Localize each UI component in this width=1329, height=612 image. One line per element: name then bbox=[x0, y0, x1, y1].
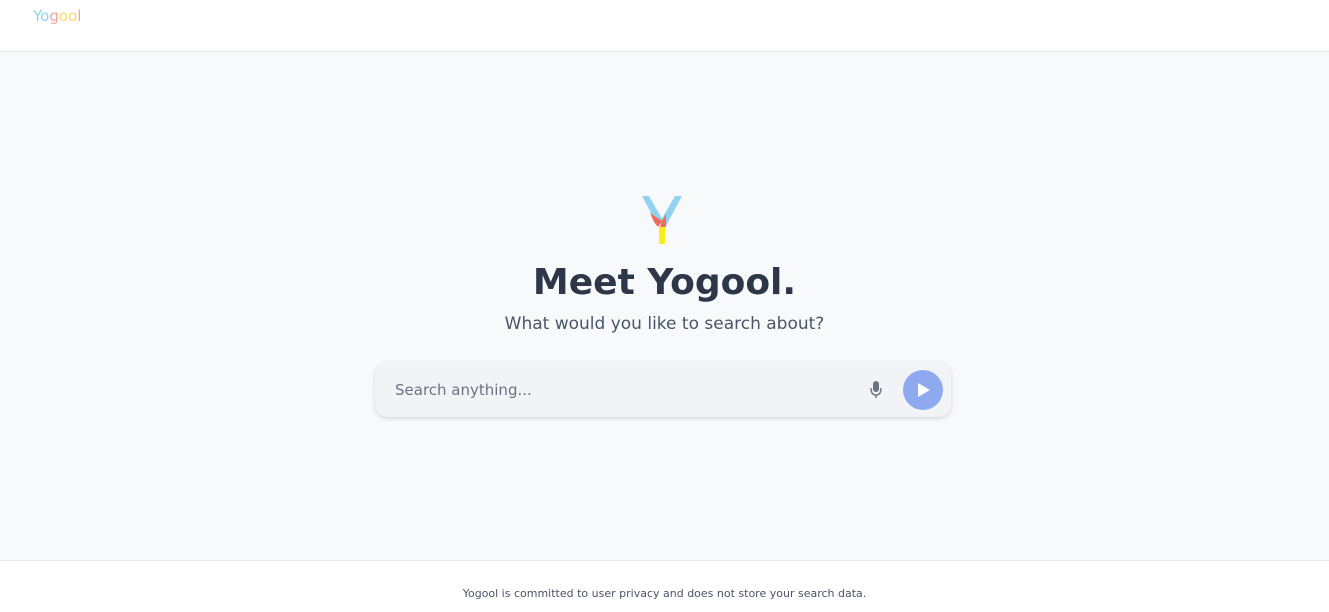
page-subtitle: What would you like to search about? bbox=[504, 314, 825, 334]
logo-letter: o bbox=[58, 7, 69, 25]
header-logo-link[interactable]: Yogool bbox=[33, 6, 81, 26]
logo-letter: g bbox=[49, 7, 59, 25]
logo-letter: l bbox=[77, 7, 82, 25]
search-bar bbox=[375, 362, 951, 417]
page-footer: Yogool is committed to user privacy and … bbox=[0, 560, 1329, 612]
search-submit-button[interactable] bbox=[903, 370, 943, 410]
yogool-y-logo-icon bbox=[640, 196, 684, 246]
top-header: Yogool bbox=[0, 0, 1329, 52]
privacy-notice: Yogool is committed to user privacy and … bbox=[462, 587, 867, 600]
play-icon bbox=[918, 383, 930, 397]
search-input[interactable] bbox=[395, 362, 855, 417]
logo-letter: o bbox=[68, 7, 78, 25]
logo-letter: o bbox=[40, 7, 50, 25]
hero-section: Meet Yogool. What would you like to sear… bbox=[0, 52, 1329, 560]
microphone-icon[interactable] bbox=[865, 377, 887, 401]
page-title: Meet Yogool. bbox=[532, 262, 797, 303]
page: Yogool Meet Yogool. What would you like … bbox=[0, 0, 1329, 612]
